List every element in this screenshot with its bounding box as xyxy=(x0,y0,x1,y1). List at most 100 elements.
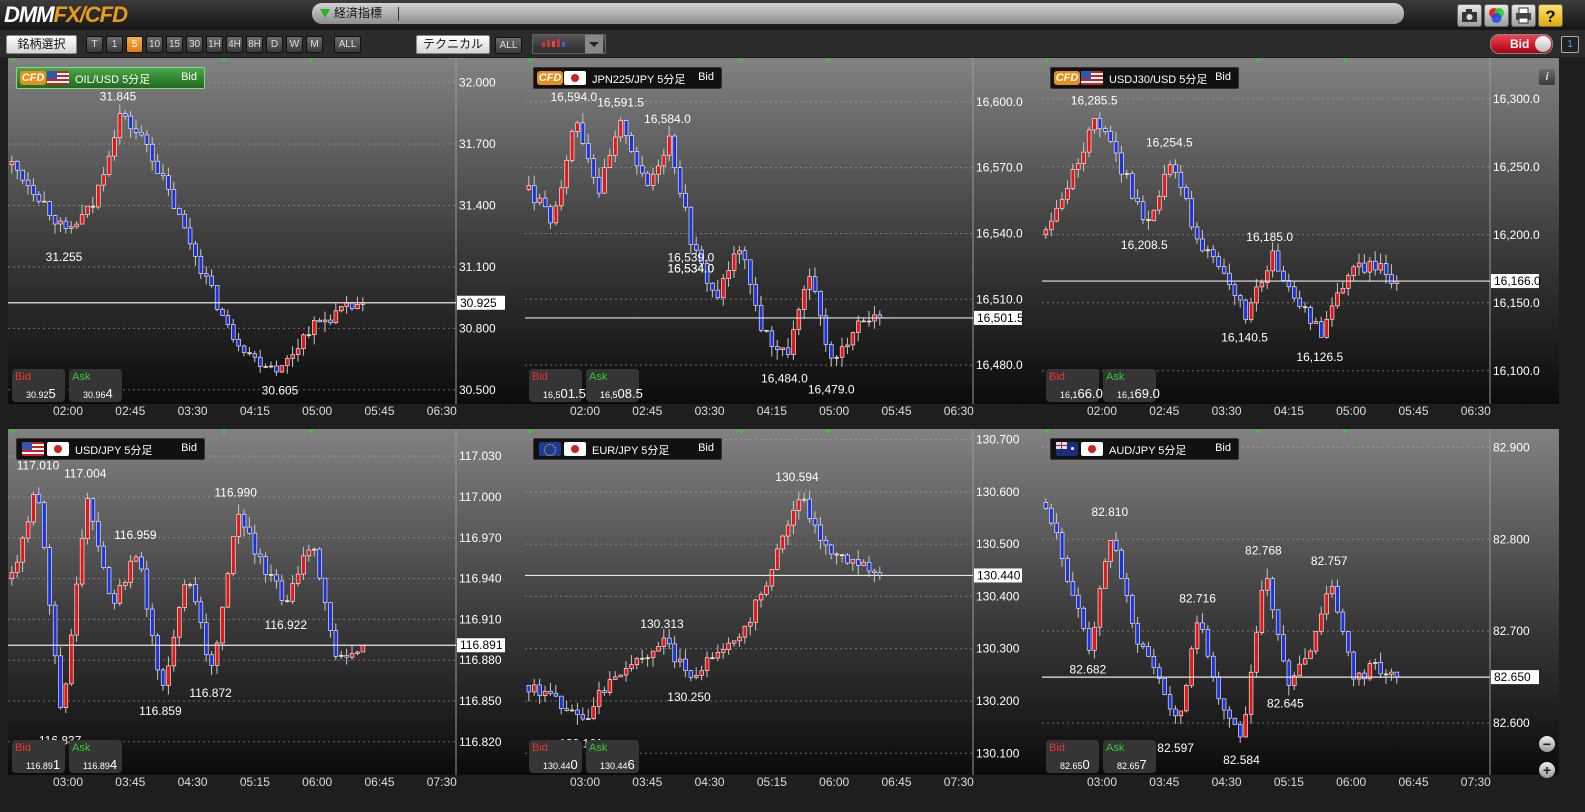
symbol-name: JPN225/JPY 5分足 xyxy=(592,74,686,86)
candle-body xyxy=(1232,284,1238,296)
candle-body xyxy=(1130,173,1135,199)
chart-panel[interactable]: 82.900 82.800 82.700 82.600 82.650 82.810 82.7… xyxy=(1042,429,1559,793)
candlestick-chart[interactable]: 16,600.0 16,570.0 16,540.0 16,510.0 16,480.0… xyxy=(525,58,1042,422)
camera-icon[interactable] xyxy=(1457,4,1482,27)
toggle-knob xyxy=(1535,36,1551,52)
candle-body xyxy=(1124,578,1130,596)
layout-button[interactable]: 1 xyxy=(1561,36,1579,53)
candlestick-chart[interactable]: 82.900 82.800 82.700 82.600 82.650 82.810 82.7… xyxy=(1042,429,1559,793)
chart-panel[interactable]: 130.700 130.600 130.500 130.400 130.300 130.2… xyxy=(525,429,1042,793)
candle-body xyxy=(96,184,101,208)
technical-all-button[interactable]: ALL xyxy=(495,37,522,54)
candle-body xyxy=(1157,196,1162,211)
timeframe-8H-button[interactable]: 8H xyxy=(246,36,263,53)
timeframe-5-button[interactable]: 5 xyxy=(126,36,143,53)
x-tick-label: 07:30 xyxy=(426,775,457,789)
timeframe-10-button[interactable]: 10 xyxy=(146,36,163,53)
timeframe-all-button[interactable]: ALL xyxy=(334,36,361,53)
symbol-select-button[interactable]: 銘柄選択 xyxy=(6,35,77,54)
timeframe-1H-button[interactable]: 1H xyxy=(206,36,223,53)
color-settings-icon[interactable] xyxy=(1484,4,1509,27)
candlestick-chart[interactable]: 32.000 31.700 31.400 31.100 30.800 30.500 30.9… xyxy=(8,58,525,422)
economic-indicator-ticker[interactable]: 経済指標 xyxy=(312,3,1404,24)
candlestick-chart[interactable]: 16,300.0 16,250.0 16,200.0 16,150.0 16,100.0… xyxy=(1042,58,1559,422)
bid-value: 30.925 xyxy=(26,386,56,401)
candle-body xyxy=(1281,270,1286,281)
symbol-title-label[interactable]: AUD/JPY 5分足 Bid xyxy=(1050,438,1239,460)
chart-panel[interactable]: 117.030 117.000 116.970 116.940 116.910 116.8… xyxy=(8,429,525,793)
candle-body xyxy=(144,568,150,610)
info-icon[interactable]: i xyxy=(1539,69,1555,85)
symbol-title-label[interactable]: USD/JPY 5分足 Bid xyxy=(16,438,205,460)
x-tick-label: 06:00 xyxy=(819,775,850,789)
timeframe-4H-button[interactable]: 4H xyxy=(226,36,243,53)
candle-body xyxy=(306,334,312,336)
chart-panel[interactable]: 32.000 31.700 31.400 31.100 30.800 30.500 30.9… xyxy=(8,58,525,422)
x-tick-label: 03:45 xyxy=(632,775,663,789)
dropdown-arrow-icon[interactable] xyxy=(320,9,330,18)
technical-button[interactable]: テクニカル xyxy=(416,35,490,54)
zoom-out-icon[interactable]: − xyxy=(1539,736,1555,752)
symbol-title-label[interactable]: CFD USDJ30/USD 5分足 Bid xyxy=(1050,67,1239,89)
ask-price-box[interactable]: Ask 116.894 xyxy=(69,740,122,773)
ask-price-box[interactable]: Ask 30.964 xyxy=(69,369,122,402)
candle-body xyxy=(553,692,559,697)
timeframe-M-button[interactable]: M xyxy=(306,36,323,53)
candlestick-chart[interactable]: 117.030 117.000 116.970 116.940 116.910 116.8… xyxy=(8,429,525,793)
candle-body xyxy=(742,625,748,638)
x-tick-label: 03:30 xyxy=(1211,404,1242,418)
bid-price-box[interactable]: Bid 16,166.0 xyxy=(1046,369,1103,402)
bid-ask-toggle[interactable]: Bid xyxy=(1490,34,1553,54)
timeframe-30-button[interactable]: 30 xyxy=(186,36,203,53)
ask-price-box[interactable]: Ask 82.657 xyxy=(1103,740,1156,773)
timeframe-T-button[interactable]: T xyxy=(86,36,103,53)
chart-panel[interactable]: 16,300.0 16,250.0 16,200.0 16,150.0 16,100.0… xyxy=(1042,58,1559,422)
candle-body xyxy=(602,167,607,194)
candlestick-chart[interactable]: 130.700 130.600 130.500 130.400 130.300 130.2… xyxy=(525,429,1042,793)
candle-body xyxy=(1346,275,1351,289)
bid-price-box[interactable]: Bid 16,501.5 xyxy=(529,369,586,402)
symbol-title-label[interactable]: CFD JPN225/JPY 5分足 Bid xyxy=(533,67,722,89)
candle-body xyxy=(818,524,823,541)
zoom-in-icon[interactable]: + xyxy=(1539,762,1555,778)
timeframe-D-button[interactable]: D xyxy=(266,36,283,53)
candle-body xyxy=(667,135,672,156)
candle-body xyxy=(349,653,355,658)
ask-price-box[interactable]: Ask 16,169.0 xyxy=(1103,369,1160,402)
candle-body xyxy=(618,674,623,678)
y-tick-label: 130.500 xyxy=(976,537,1020,551)
chart-type-dropdown[interactable] xyxy=(532,34,606,54)
candle-body xyxy=(726,270,731,279)
ask-label: Ask xyxy=(72,742,91,754)
candle-body xyxy=(780,347,785,350)
candle-body xyxy=(1329,305,1335,320)
candle-body xyxy=(704,657,710,671)
chart-panel[interactable]: 16,600.0 16,570.0 16,540.0 16,510.0 16,480.0… xyxy=(525,58,1042,422)
us-flag-icon xyxy=(47,71,69,85)
symbol-title-label[interactable]: EUR/JPY 5分足 Bid xyxy=(533,438,722,460)
timeframe-1-button[interactable]: 1 xyxy=(106,36,123,53)
candle-body xyxy=(1383,263,1389,275)
price-annotation: 16,126.5 xyxy=(1296,350,1343,364)
candle-body xyxy=(672,135,677,168)
candle-body xyxy=(63,683,69,709)
current-price-label: 116.891 xyxy=(460,638,503,652)
timeframe-W-button[interactable]: W xyxy=(286,36,303,53)
bid-price-box[interactable]: Bid 116.891 xyxy=(12,740,65,773)
candle-body xyxy=(1259,589,1265,634)
candle-body xyxy=(1324,318,1329,338)
bid-value: 16,501.5 xyxy=(543,386,586,401)
ask-price-box[interactable]: Ask 16,508.5 xyxy=(586,369,643,402)
candle-body xyxy=(1286,660,1292,686)
y-tick-label: 130.600 xyxy=(976,485,1020,499)
timeframe-15-button[interactable]: 15 xyxy=(166,36,183,53)
bid-price-box[interactable]: Bid 82.650 xyxy=(1046,740,1099,773)
bid-price-box[interactable]: Bid 30.925 xyxy=(12,369,65,402)
x-tick-label: 05:00 xyxy=(1336,404,1367,418)
candle-body xyxy=(1394,671,1400,678)
symbol-title-label[interactable]: CFD OIL/USD 5分足 Bid xyxy=(16,67,205,89)
bid-price-box[interactable]: Bid 130.440 xyxy=(529,740,582,773)
ask-price-box[interactable]: Ask 130.446 xyxy=(586,740,639,773)
print-icon[interactable] xyxy=(1511,4,1536,27)
help-icon[interactable]: ? xyxy=(1538,4,1563,27)
